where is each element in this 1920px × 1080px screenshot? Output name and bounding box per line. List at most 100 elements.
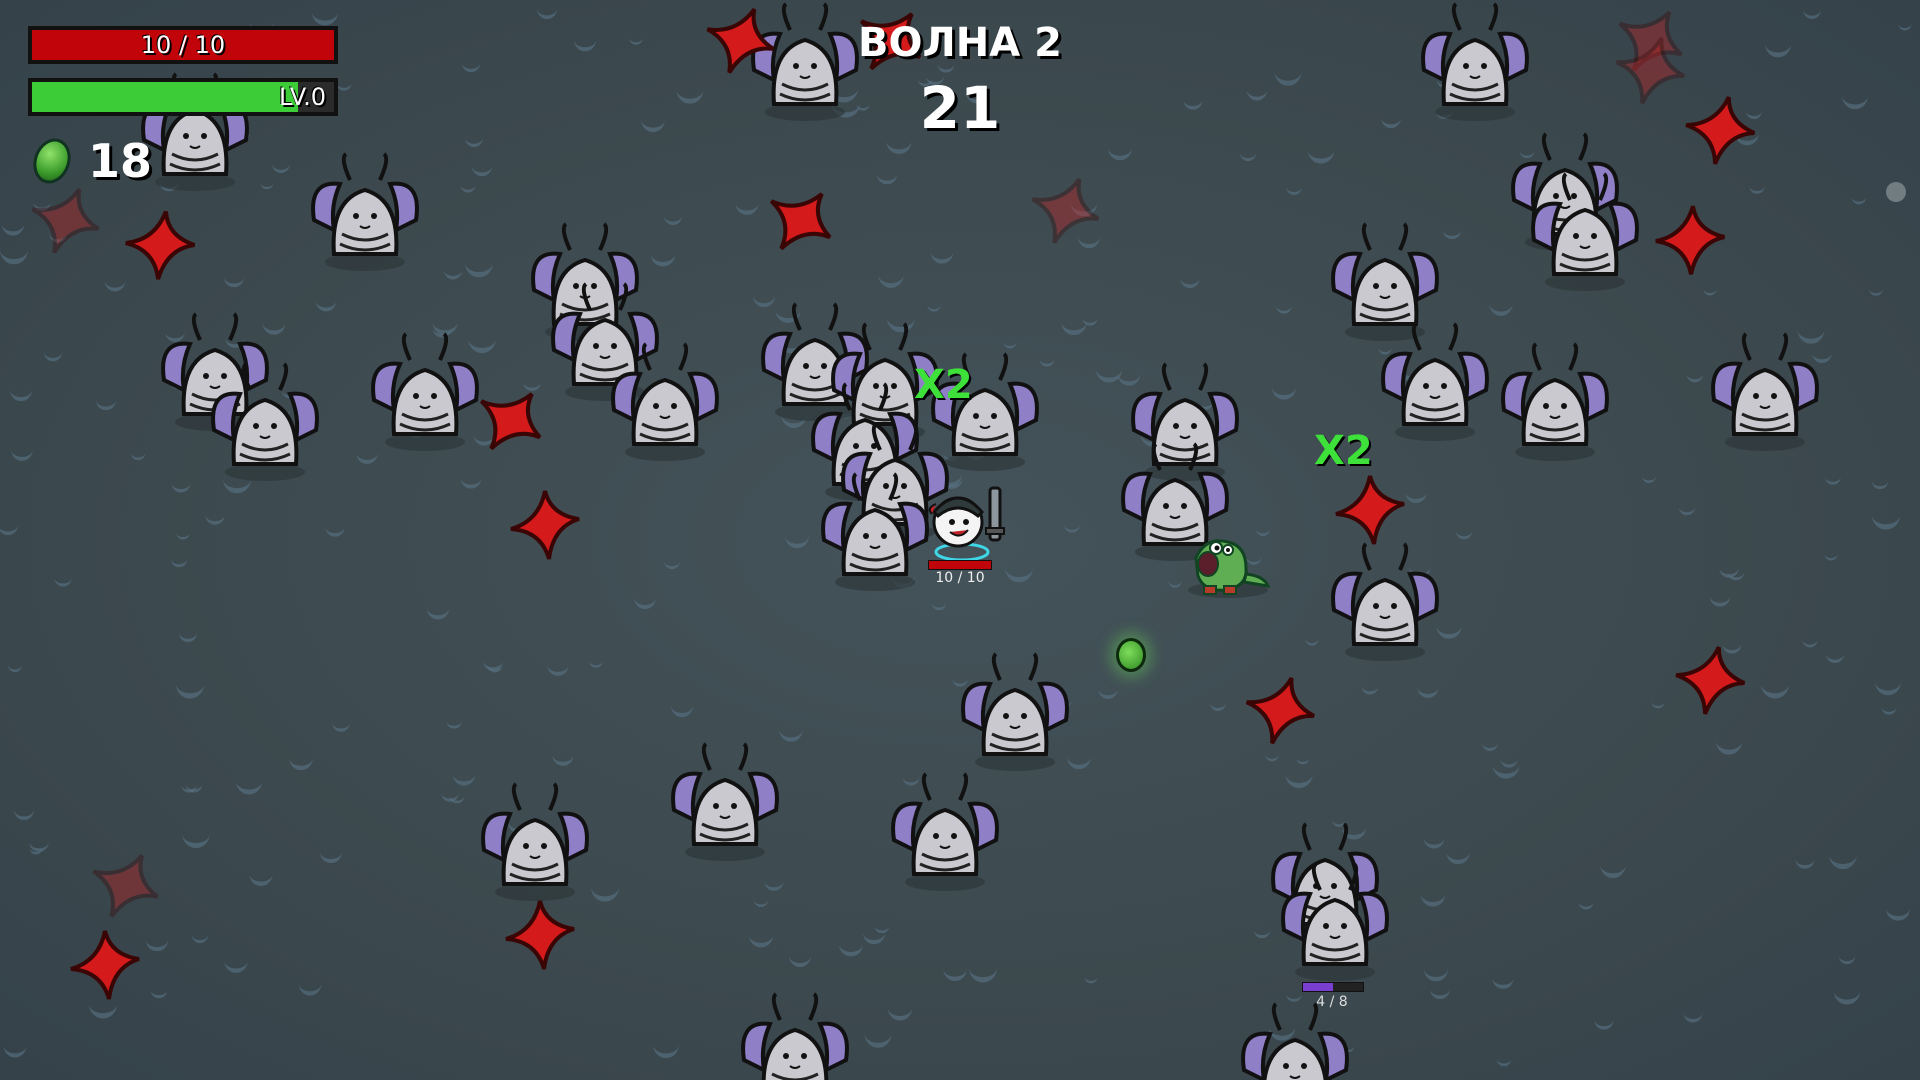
seaweed-icon — [460, 176, 476, 193]
seaweed-icon — [1380, 107, 1402, 129]
seaweed-icon — [175, 668, 205, 699]
crab-enemy — [611, 342, 719, 461]
seaweed-icon — [1727, 563, 1745, 581]
player-character — [928, 486, 1005, 562]
seaweed-icon — [130, 445, 146, 461]
seaweed-icon — [1423, 956, 1449, 982]
seaweed-icon — [1841, 82, 1869, 110]
seaweed-icon — [7, 657, 23, 673]
seaweed-icon — [864, 1019, 892, 1048]
seaweed-icon — [536, 0, 558, 20]
seaweed-icon — [1824, 546, 1838, 561]
seaweed-icon — [663, 206, 683, 226]
seaweed-icon — [748, 922, 774, 948]
seaweed-icon — [43, 342, 63, 362]
seaweed-icon — [1492, 750, 1520, 779]
seaweed-icon — [1764, 30, 1792, 58]
seaweed-icon — [443, 260, 463, 280]
seaweed-icon — [3, 1033, 27, 1058]
seaweed-icon — [235, 766, 263, 795]
danger-cross-icon — [1031, 177, 1100, 244]
pet-dino-icon — [1188, 539, 1271, 598]
danger-cross-icon — [1685, 96, 1756, 165]
seaweed-icon — [260, 176, 274, 190]
seaweed-icon — [943, 956, 967, 982]
seaweed-icon — [1578, 893, 1594, 910]
seaweed-icon — [1749, 177, 1765, 194]
seaweed-icon — [461, 53, 481, 73]
seaweed-icon — [589, 653, 603, 668]
crab-enemy — [671, 742, 779, 861]
seaweed-icon — [1098, 678, 1118, 699]
seaweed-icon — [1420, 880, 1446, 907]
seaweed-icon — [1803, 0, 1821, 19]
seaweed-icon — [1423, 826, 1445, 849]
crab-enemy — [1331, 542, 1439, 661]
seaweed-icon — [1898, 17, 1912, 31]
seaweed-icon — [878, 261, 904, 288]
seaweed-icon — [1760, 668, 1790, 699]
seaweed-icon — [1446, 839, 1470, 865]
danger-cross-icon — [510, 490, 580, 560]
seaweed-icon — [1489, 291, 1513, 316]
seaweed-icon — [487, 656, 503, 673]
seaweed-icon — [223, 266, 245, 288]
seaweed-icon — [178, 623, 198, 643]
seaweed-icon — [876, 163, 898, 185]
danger-cross-icon — [125, 210, 196, 280]
crab-enemy — [1241, 1002, 1349, 1080]
seaweed-icon — [298, 971, 322, 996]
crab-enemy — [311, 152, 419, 271]
seaweed-icon — [1881, 698, 1897, 715]
seaweed-icon — [735, 190, 759, 215]
wave-timer: 21 — [919, 74, 1001, 142]
seaweed-icon — [1305, 631, 1319, 646]
seaweed-icon — [1641, 468, 1657, 484]
player-health-text: 10 / 10 — [935, 570, 985, 586]
danger-cross-icon — [505, 900, 575, 970]
seaweed-icon — [838, 931, 864, 957]
seaweed-icon — [1678, 498, 1696, 516]
wave-title: ВОЛНА 2 — [858, 20, 1062, 66]
seaweed-icon — [1869, 281, 1883, 296]
danger-cross-icon — [769, 192, 832, 251]
seaweed-icon — [426, 596, 450, 620]
seaweed-icon — [1274, 57, 1302, 86]
danger-cross-icon — [1655, 205, 1725, 275]
seaweed-icon — [1871, 499, 1901, 530]
danger-cross-icon — [1675, 646, 1746, 715]
seaweed-icon — [441, 783, 459, 802]
seaweed-icon — [1239, 144, 1257, 162]
crab-enemy — [481, 782, 589, 901]
crab-enemy — [1531, 172, 1639, 291]
seaweed-icon — [1851, 189, 1867, 205]
game-arena: 10 / 10 4 / 8 X2 X2 10 / 10 LV.0 18 ВОЛН… — [0, 0, 1920, 1080]
danger-cross-icon — [1335, 475, 1405, 545]
crab-enemy — [1421, 2, 1529, 121]
seaweed-icon — [311, 0, 339, 26]
seaweed-icon — [874, 918, 890, 934]
seaweed-icon — [653, 1031, 679, 1059]
elite-health-bar — [1302, 982, 1364, 992]
crab-enemy — [1501, 342, 1609, 461]
player-health-bar — [928, 560, 992, 570]
seaweed-icon — [1885, 894, 1911, 921]
seaweed-icon — [95, 389, 117, 411]
multiplier-label: X2 — [1314, 428, 1373, 474]
seaweed-icon — [325, 516, 345, 537]
seaweed-icon — [1600, 851, 1626, 879]
material-drop-icon — [1116, 638, 1146, 672]
seaweed-icon — [332, 713, 350, 732]
seaweed-icon — [552, 743, 574, 766]
seaweed-icon — [1271, 373, 1297, 400]
seaweed-icon — [784, 523, 810, 549]
seaweed-icon — [764, 870, 784, 891]
seaweed-icon — [0, 235, 28, 265]
danger-cross-icon — [92, 854, 159, 918]
seaweed-icon — [641, 107, 665, 133]
seaweed-icon — [1095, 354, 1123, 383]
seaweed-icon — [547, 653, 569, 676]
seaweed-icon — [1455, 522, 1473, 540]
seaweed-icon — [185, 774, 203, 793]
seaweed-icon — [930, 239, 954, 264]
